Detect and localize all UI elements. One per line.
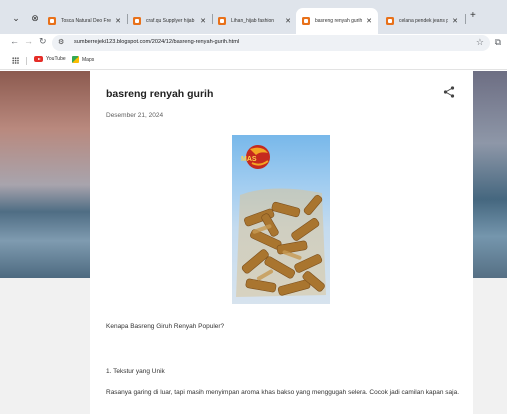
brand-logo-text: MAS (241, 156, 257, 163)
page-viewport: basreng renyah gurih Desember 21, 2024 M… (0, 71, 507, 414)
bookmark-youtube[interactable]: YouTube (34, 56, 66, 62)
url-text[interactable]: sumberrejeki123.blogspot.com/2024/12/bas… (74, 39, 239, 45)
paragraph: Rasanya garing di luar, tapi masih menyi… (106, 389, 460, 396)
navigation-bar: ← → ↻ ⚙ sumberrejeki123.blogspot.com/202… (0, 34, 507, 52)
product-image: MAS (232, 135, 330, 304)
paragraph: Kenapa Basreng Giruh Renyah Populer? (106, 323, 225, 330)
tab-craf[interactable]: craf.qu Supplyer hijab ✕ (127, 9, 212, 33)
youtube-icon (34, 56, 43, 62)
close-icon[interactable]: ✕ (200, 17, 206, 25)
close-icon[interactable]: ✕ (452, 17, 458, 25)
blogger-icon (48, 17, 56, 25)
brand-logo: MAS (241, 145, 270, 169)
tab-celana[interactable]: celana pendek jeans p ✕ (380, 9, 464, 33)
bookmarks-bar: YouTube Maps (0, 52, 507, 70)
blogger-icon (386, 17, 394, 25)
site-info-icon[interactable]: ⚙ (58, 38, 64, 46)
extensions-icon[interactable]: ⧉ (495, 37, 501, 48)
address-bar[interactable]: ⚙ sumberrejeki123.blogspot.com/2024/12/b… (52, 35, 490, 51)
share-icon[interactable] (442, 85, 456, 99)
background-image-left (0, 71, 90, 278)
tab-strip: ⌄ ⊗ Tosca Natural Deo Fres ✕ craf.qu Sup… (0, 0, 507, 34)
blogger-icon (302, 17, 310, 25)
blogger-icon (218, 17, 226, 25)
reload-icon[interactable]: ↻ (39, 36, 47, 47)
forward-icon[interactable]: → (24, 36, 33, 46)
tab-lihan[interactable]: Lihan_hijab fashion ✕ (212, 9, 297, 33)
close-icon[interactable]: ✕ (366, 17, 372, 25)
paragraph: 1. Tekstur yang Unik (106, 368, 165, 375)
bookmark-star-icon[interactable]: ☆ (476, 37, 484, 48)
back-icon[interactable]: ← (10, 36, 19, 46)
chrome-icon[interactable]: ⊗ (28, 11, 42, 25)
tab-search-icon[interactable]: ⌄ (9, 11, 23, 25)
close-icon[interactable]: ✕ (285, 17, 291, 25)
new-tab-icon[interactable]: + (470, 10, 476, 21)
post-title: basreng renyah gurih (106, 88, 214, 100)
bookmark-maps[interactable]: Maps (72, 56, 94, 63)
tab-basreng[interactable]: basreng renyah gurih ✕ (296, 8, 378, 34)
close-icon[interactable]: ✕ (115, 17, 121, 25)
tab-tosca[interactable]: Tosca Natural Deo Fres ✕ (42, 9, 127, 33)
apps-grid-icon[interactable] (12, 57, 19, 64)
blogger-icon (133, 17, 141, 25)
post-date: Desember 21, 2024 (106, 112, 164, 119)
background-image-right (473, 71, 507, 278)
maps-icon (72, 56, 79, 63)
post-card: basreng renyah gurih Desember 21, 2024 M… (90, 71, 473, 414)
